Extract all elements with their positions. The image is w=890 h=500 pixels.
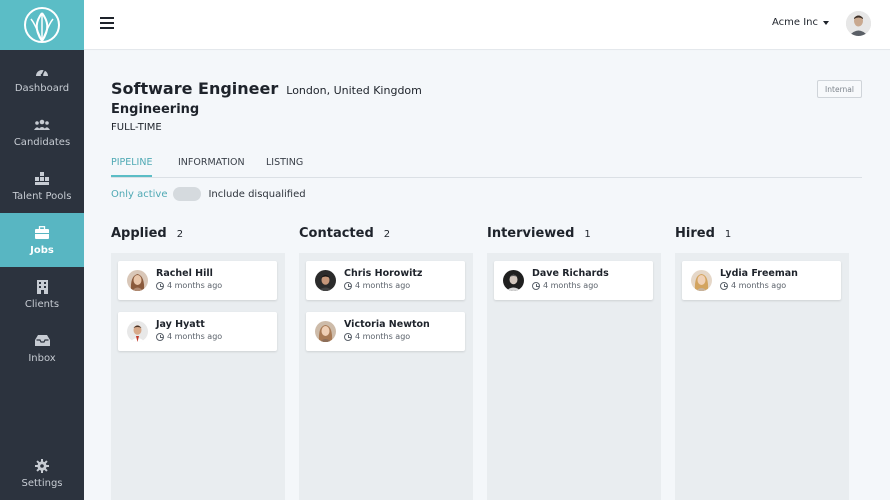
inbox-icon (34, 333, 50, 349)
employment-type: FULL-TIME (111, 122, 162, 133)
pipeline-column-applied[interactable]: Rachel Hill 4 months ago Jay Hyatt 4 mon… (111, 253, 285, 500)
column-count: 2 (383, 229, 391, 240)
top-bar: Acme Inc (84, 0, 890, 50)
sidebar-item-talent-pools[interactable]: Talent Pools (0, 159, 84, 213)
candidate-timestamp: 4 months ago (344, 281, 410, 290)
sidebar-item-label: Dashboard (14, 82, 70, 94)
clock-icon (156, 281, 164, 290)
gear-icon (35, 458, 49, 474)
org-name: Acme Inc (772, 17, 819, 28)
job-title: Software Engineer (111, 79, 279, 98)
candidate-timestamp: 4 months ago (156, 281, 222, 290)
column-header-interviewed: Interviewed 1 (487, 226, 591, 241)
include-disqualified-label[interactable]: Include disqualified (208, 189, 305, 200)
candidates-icon (34, 117, 50, 133)
column-title: Hired (675, 226, 715, 241)
tree-logo-icon (24, 7, 60, 43)
sidebar: Dashboard Candidates Talent Pools Jobs C… (0, 0, 84, 500)
hamburger-menu-icon[interactable] (100, 17, 114, 31)
column-header-hired: Hired 1 (675, 226, 731, 241)
candidate-card[interactable]: Rachel Hill 4 months ago (118, 261, 277, 300)
timestamp-text: 4 months ago (543, 281, 599, 290)
clock-icon (532, 281, 540, 290)
sidebar-item-label: Talent Pools (12, 190, 72, 202)
candidate-avatar (127, 270, 148, 291)
sidebar-item-label: Clients (24, 298, 60, 310)
sidebar-item-clients[interactable]: Clients (0, 267, 84, 321)
candidate-avatar (127, 321, 148, 342)
briefcase-icon (35, 225, 49, 241)
timestamp-text: 4 months ago (167, 332, 223, 341)
candidate-name: Dave Richards (532, 268, 609, 279)
sidebar-item-label: Jobs (30, 244, 54, 256)
job-header: Software Engineer London, United Kingdom (111, 79, 422, 98)
job-department: Engineering (111, 102, 200, 117)
candidate-avatar (315, 321, 336, 342)
column-title: Applied (111, 226, 167, 241)
column-title: Contacted (299, 226, 374, 241)
talent-pools-icon (35, 171, 49, 187)
column-count: 1 (724, 229, 732, 240)
column-header-contacted: Contacted 2 (299, 226, 390, 241)
job-location: London, United Kingdom (286, 84, 422, 97)
org-switcher[interactable]: Acme Inc (772, 17, 830, 28)
clock-icon (344, 332, 352, 341)
timestamp-text: 4 months ago (731, 281, 787, 290)
candidate-name: Jay Hyatt (156, 319, 205, 330)
candidate-card[interactable]: Chris Horowitz 4 months ago (306, 261, 465, 300)
column-count: 1 (584, 229, 591, 240)
sidebar-item-label: Settings (21, 477, 63, 489)
sidebar-item-label: Candidates (13, 136, 71, 148)
tab-information[interactable]: INFORMATION (178, 157, 245, 175)
clock-icon (720, 281, 728, 290)
column-header-applied: Applied 2 (111, 226, 183, 241)
active-filter: Only active Include disqualified (111, 187, 306, 201)
visibility-badge: Internal (817, 80, 862, 98)
candidate-name: Chris Horowitz (344, 268, 423, 279)
candidate-name: Victoria Newton (344, 319, 430, 330)
column-title: Interviewed (487, 226, 575, 241)
candidate-name: Lydia Freeman (720, 268, 798, 279)
candidate-card[interactable]: Jay Hyatt 4 months ago (118, 312, 277, 351)
tab-bar: PIPELINE INFORMATION LISTING (111, 154, 862, 178)
tab-listing[interactable]: LISTING (266, 157, 303, 175)
candidate-avatar (315, 270, 336, 291)
user-avatar[interactable] (846, 11, 871, 36)
pipeline-column-hired[interactable]: Lydia Freeman 4 months ago (675, 253, 849, 500)
sidebar-item-settings[interactable]: Settings (0, 446, 84, 500)
sidebar-item-label: Inbox (28, 352, 56, 364)
sidebar-item-candidates[interactable]: Candidates (0, 105, 84, 159)
timestamp-text: 4 months ago (355, 281, 411, 290)
candidate-timestamp: 4 months ago (720, 281, 786, 290)
only-active-label[interactable]: Only active (111, 189, 167, 200)
candidate-timestamp: 4 months ago (532, 281, 598, 290)
disqualified-toggle[interactable] (173, 187, 202, 201)
candidate-timestamp: 4 months ago (156, 332, 222, 341)
tab-pipeline[interactable]: PIPELINE (111, 157, 153, 177)
column-count: 2 (176, 229, 184, 240)
pipeline-column-interviewed[interactable]: Dave Richards 4 months ago (487, 253, 661, 500)
candidate-card[interactable]: Lydia Freeman 4 months ago (682, 261, 841, 300)
candidate-timestamp: 4 months ago (344, 332, 410, 341)
timestamp-text: 4 months ago (167, 281, 223, 290)
dashboard-icon (35, 63, 49, 79)
candidate-name: Rachel Hill (156, 268, 213, 279)
sidebar-item-dashboard[interactable]: Dashboard (0, 51, 84, 105)
candidate-avatar (503, 270, 524, 291)
candidate-card[interactable]: Dave Richards 4 months ago (494, 261, 653, 300)
clients-icon (36, 279, 48, 295)
sidebar-item-inbox[interactable]: Inbox (0, 321, 84, 375)
main-content: Software Engineer London, United Kingdom… (84, 51, 890, 500)
candidate-avatar (691, 270, 712, 291)
candidate-card[interactable]: Victoria Newton 4 months ago (306, 312, 465, 351)
caret-down-icon (823, 20, 830, 25)
logo[interactable] (0, 0, 84, 50)
clock-icon (344, 281, 352, 290)
clock-icon (156, 332, 164, 341)
sidebar-item-jobs[interactable]: Jobs (0, 213, 84, 267)
timestamp-text: 4 months ago (355, 332, 411, 341)
pipeline-column-contacted[interactable]: Chris Horowitz 4 months ago Victoria New… (299, 253, 473, 500)
